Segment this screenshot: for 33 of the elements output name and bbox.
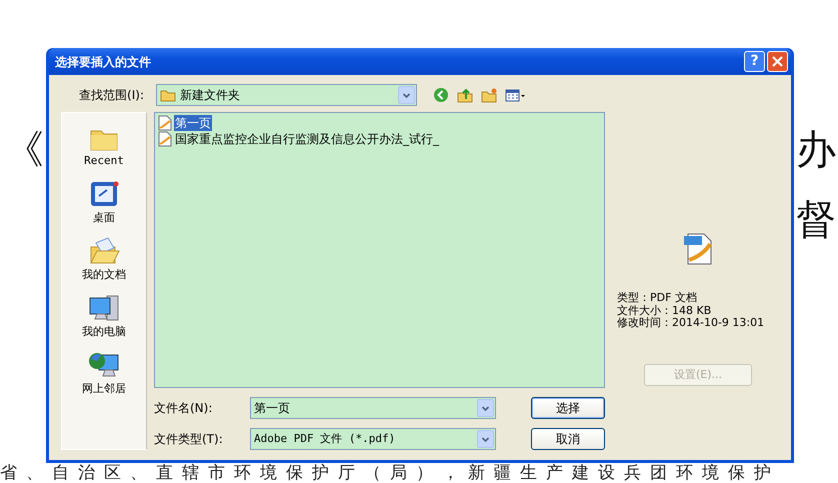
close-button[interactable]: [767, 51, 788, 72]
sidebar-item[interactable]: Recent: [84, 121, 124, 174]
file-name-field[interactable]: 第一页: [250, 397, 496, 419]
cancel-button[interactable]: 取消: [531, 428, 605, 450]
close-icon: [772, 56, 783, 67]
field-label: 文件名(N):: [154, 400, 214, 417]
sidebar-item[interactable]: 桌面: [87, 178, 121, 231]
sidebar-item[interactable]: 我的文档: [82, 235, 126, 288]
help-button[interactable]: ?: [744, 51, 765, 72]
pdf-file-icon: [157, 131, 173, 147]
file-item[interactable]: 国家重点监控企业自行监测及信息公开办法_试行_: [174, 131, 440, 147]
up-folder-icon[interactable]: [457, 86, 473, 104]
views-icon[interactable]: [505, 86, 526, 104]
file-detail: 修改时间：2014-10-9 13:01: [617, 317, 764, 330]
pdf-file-icon: [682, 232, 714, 266]
document-text: 《: [4, 130, 44, 170]
back-icon[interactable]: [433, 86, 449, 104]
select-button[interactable]: 选择: [531, 397, 605, 419]
file-item[interactable]: 第一页: [174, 115, 212, 131]
sidebar-item[interactable]: 网上邻居: [82, 349, 126, 402]
file-type-dropdown[interactable]: Adobe PDF 文件 (*.pdf): [250, 428, 496, 450]
pdf-file-icon: [157, 115, 173, 131]
look-in-dropdown[interactable]: 新建文件夹: [156, 84, 417, 106]
file-detail: 文件大小：148 KB: [617, 304, 712, 317]
document-text: 办: [796, 130, 836, 170]
field-label: 文件类型(T):: [154, 431, 224, 448]
field-label: 查找范围(I):: [78, 87, 145, 104]
window-title: 选择要插入的文件: [55, 54, 152, 70]
file-detail: 类型：PDF 文档: [617, 292, 698, 304]
document-text: 省、自治区、直辖市环境保护厅（局），新疆生产建设兵团环境保护: [0, 465, 780, 482]
new-folder-icon[interactable]: [481, 86, 497, 104]
document-text: 督: [796, 200, 836, 240]
sidebar-item[interactable]: 我的电脑: [82, 292, 126, 345]
